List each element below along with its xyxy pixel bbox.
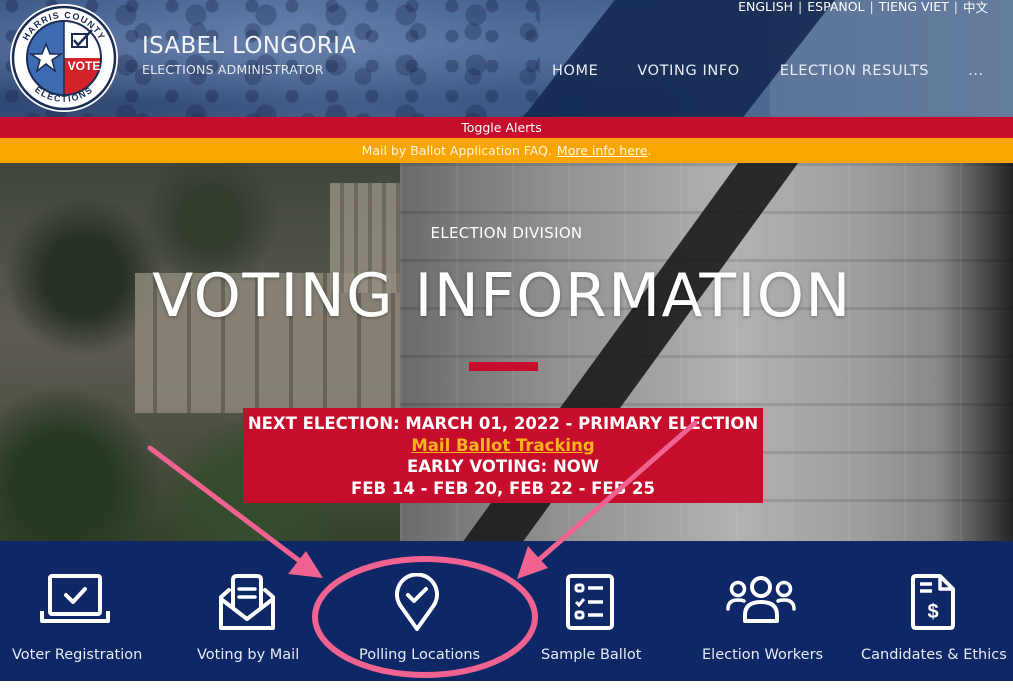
page-title: VOTING INFORMATION (152, 261, 852, 331)
language-english[interactable]: ENGLISH (738, 0, 793, 14)
svg-text:$: $ (927, 601, 938, 623)
language-chinese[interactable]: 中文 (963, 0, 988, 16)
alert-suffix: . (647, 143, 652, 158)
main-navigation: HOME VOTING INFO ELECTION RESULTS ... (552, 63, 984, 79)
administrator-title: ELECTIONS ADMINISTRATOR (142, 62, 324, 77)
mail-envelope-icon (219, 574, 275, 630)
administrator-name: ISABEL LONGORIA (142, 33, 357, 59)
quick-link-label: Voter Registration (12, 647, 143, 663)
early-voting-dates: FEB 14 - FEB 20, FEB 22 - FEB 25 (351, 478, 655, 498)
hero-kicker: ELECTION DIVISION (430, 224, 583, 242)
harris-county-elections-logo[interactable]: VOTE HARRIS COUNTY ELECTIONS (6, 2, 122, 114)
site-header: VOTE HARRIS COUNTY ELECTIONS ISABEL LONG… (0, 0, 1013, 117)
alert-banner: Mail by Ballot Application FAQ. More inf… (0, 138, 1013, 163)
quick-link-label: Polling Locations (359, 647, 481, 663)
svg-text:VOTE: VOTE (68, 59, 101, 73)
language-selector: ENGLISH | ESPANOL | TIENG VIET | 中文 (738, 0, 988, 16)
nav-voting-info[interactable]: VOTING INFO (637, 63, 739, 79)
title-underline (469, 362, 538, 371)
people-group-icon (726, 576, 796, 623)
nav-election-results[interactable]: ELECTION RESULTS (780, 63, 929, 79)
alert-message: Mail by Ballot Application FAQ. (361, 143, 552, 158)
quick-link-election-workers[interactable]: Election Workers (695, 541, 830, 681)
hero-banner: ELECTION DIVISION VOTING INFORMATION NEX… (0, 163, 1013, 541)
nav-more-menu[interactable]: ... (968, 63, 984, 79)
laptop-check-icon (40, 574, 110, 623)
quick-link-label: Voting by Mail (197, 647, 300, 663)
toggle-alerts-label: Toggle Alerts (461, 120, 542, 135)
mail-ballot-tracking-link[interactable]: Mail Ballot Tracking (411, 435, 594, 457)
page-footer-edge (0, 681, 1013, 698)
quick-link-voting-by-mail[interactable]: Voting by Mail (180, 541, 310, 681)
quick-link-label: Election Workers (702, 647, 824, 663)
divider: | (798, 0, 803, 14)
toggle-alerts-button[interactable]: Toggle Alerts (0, 117, 1013, 138)
quick-link-label: Sample Ballot (541, 647, 642, 663)
quick-link-voter-registration[interactable]: Voter Registration (0, 541, 150, 681)
divider: | (869, 0, 874, 14)
quick-link-sample-ballot[interactable]: Sample Ballot (530, 541, 650, 681)
quick-links-bar: Voter Registration Voting by Mail Pollin… (0, 541, 1013, 681)
next-election-text: NEXT ELECTION: MARCH 01, 2022 - PRIMARY … (247, 414, 759, 433)
quick-link-polling-locations[interactable]: Polling Locations (350, 541, 490, 681)
language-espanol[interactable]: ESPANOL (807, 0, 864, 14)
nav-home[interactable]: HOME (552, 63, 598, 79)
divider: | (953, 0, 958, 14)
checklist-icon (566, 574, 614, 630)
quick-link-candidates-ethics[interactable]: $ Candidates & Ethics (858, 541, 1008, 681)
early-voting-text: EARLY VOTING: NOW (406, 457, 599, 476)
alert-more-info-link[interactable]: More info here (557, 143, 648, 158)
quick-link-label: Candidates & Ethics (861, 647, 1007, 663)
map-pin-check-icon (395, 573, 439, 631)
document-dollar-icon: $ (911, 574, 955, 630)
language-vietnamese[interactable]: TIENG VIET (879, 0, 949, 14)
next-election-box: NEXT ELECTION: MARCH 01, 2022 - PRIMARY … (243, 408, 763, 503)
